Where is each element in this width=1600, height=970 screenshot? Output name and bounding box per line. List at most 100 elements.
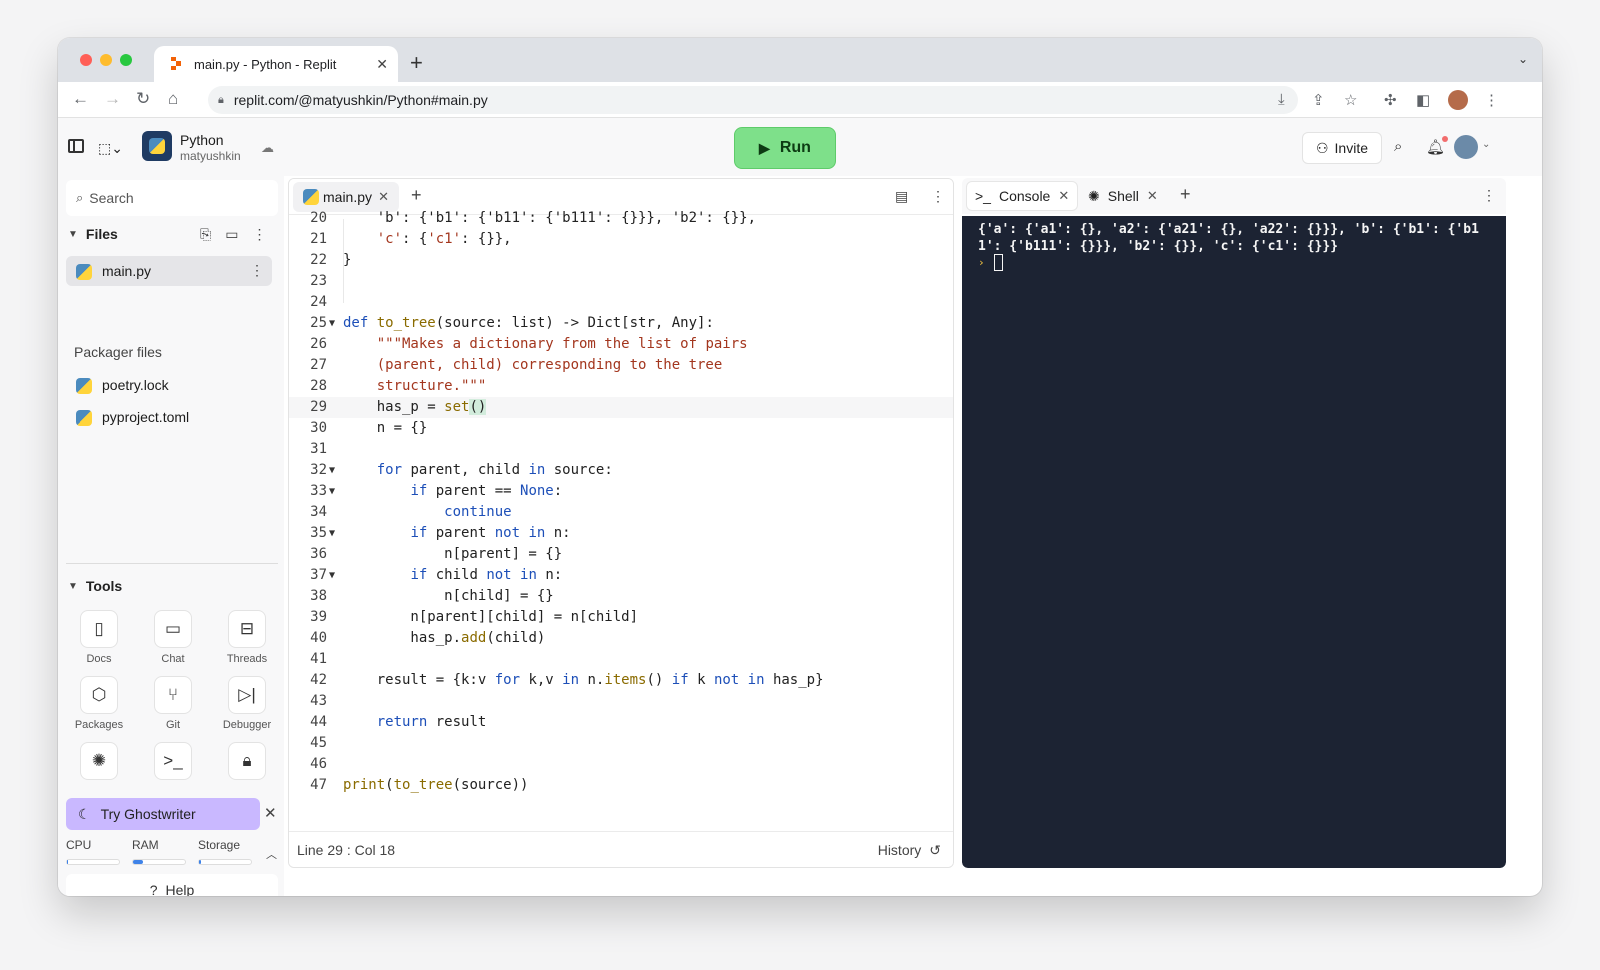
side-panel-icon[interactable]: ◧: [1416, 91, 1430, 109]
chevron-down-icon[interactable]: ⌄: [1482, 139, 1490, 150]
code-line: 24: [310, 294, 327, 310]
code-line: 22}: [310, 252, 352, 268]
console-more-icon[interactable]: ⋮: [1482, 187, 1496, 204]
file-name: poetry.lock: [102, 377, 169, 393]
debugger-icon: ▷|: [228, 676, 266, 714]
code-line: 46: [310, 756, 327, 772]
new-file-icon[interactable]: ⎘: [200, 226, 211, 243]
tab-console[interactable]: >_ Console ✕: [966, 181, 1079, 211]
help-button[interactable]: ? Help: [66, 874, 278, 896]
chat-icon: ▭: [154, 610, 192, 648]
code-line: 34 continue: [310, 504, 512, 520]
code-line: 44 return result: [310, 714, 487, 730]
install-icon[interactable]: ⤓: [1278, 91, 1285, 108]
invite-label: Invite: [1334, 140, 1369, 156]
profile-avatar[interactable]: [1448, 90, 1468, 110]
back-icon[interactable]: ←: [72, 89, 89, 109]
files-actions: ⎘ ▭ ⋮: [200, 226, 266, 243]
tab-shell[interactable]: ✺ Shell ✕: [1080, 181, 1166, 211]
help-icon: ?: [149, 882, 158, 896]
ghostwriter-label: Try Ghostwriter: [100, 806, 196, 822]
reload-icon[interactable]: ↻: [136, 89, 150, 109]
threads-icon: ⊟: [228, 610, 266, 648]
cursor-position[interactable]: Line 29 : Col 18: [297, 842, 395, 858]
file-item-pyproject-toml[interactable]: pyproject.toml: [66, 402, 272, 432]
lock-icon: 🔒︎: [218, 93, 224, 106]
chevron-up-icon[interactable]: ︿: [266, 846, 277, 862]
browser-tab[interactable]: main.py - Python - Replit ✕: [154, 46, 398, 82]
close-tab-icon[interactable]: ✕: [1058, 188, 1069, 204]
tool-chat[interactable]: ▭ Chat: [148, 610, 198, 665]
tab-label: main.py: [323, 189, 373, 205]
file-item-main-py[interactable]: main.py ⋮: [66, 256, 272, 286]
workspace-header: ⬚⌄ Python matyushkin ☁︎ ▶ Run ⚇ Invite ⌕…: [58, 118, 1542, 176]
storage-label: Storage: [198, 838, 241, 852]
help-label: Help: [165, 882, 195, 896]
tool-git[interactable]: ⑂ Git: [148, 676, 198, 731]
try-ghostwriter-button[interactable]: ☾ Try Ghostwriter: [66, 798, 260, 830]
run-button[interactable]: ▶ Run: [734, 127, 836, 169]
code-line: 30 n = {}: [310, 420, 428, 436]
sidebar-divider[interactable]: [66, 563, 278, 564]
file-item-poetry-lock[interactable]: poetry.lock: [66, 370, 272, 400]
docs-icon: ▯: [80, 610, 118, 648]
tools-section-header[interactable]: ▼ Tools: [68, 578, 122, 594]
invite-button[interactable]: ⚇ Invite: [1302, 132, 1382, 164]
search-icon[interactable]: ⌕: [1394, 138, 1402, 155]
browser-window: main.py - Python - Replit ✕ + ⌄ ← → ↻ ⌂ …: [58, 38, 1542, 896]
close-window-button[interactable]: [80, 54, 92, 66]
add-tab-button[interactable]: +: [1180, 184, 1191, 205]
minimap-icon[interactable]: ▤: [895, 188, 908, 205]
file-name: pyproject.toml: [102, 409, 190, 425]
new-folder-icon[interactable]: ▭: [225, 226, 238, 243]
home-icon[interactable]: ⌂: [168, 89, 178, 109]
add-tab-button[interactable]: +: [411, 185, 422, 206]
tool-threads[interactable]: ⊟ Threads: [222, 610, 272, 665]
console-output[interactable]: {'a': {'a1': {}, 'a2': {'a21': {}, 'a22'…: [962, 216, 1506, 868]
tool-packages[interactable]: ⬡ Packages: [74, 676, 124, 731]
close-tab-icon[interactable]: ✕: [1147, 188, 1158, 204]
user-avatar[interactable]: [1454, 135, 1478, 159]
tool-shell[interactable]: ✺: [74, 742, 124, 780]
minimize-window-button[interactable]: [100, 54, 112, 66]
chevron-down-icon: ▼: [68, 580, 78, 592]
code-line: 28 structure.""": [310, 378, 487, 394]
browser-menu-icon[interactable]: ⋮: [1484, 91, 1499, 109]
sidebar-toggle-icon[interactable]: [68, 139, 84, 153]
files-more-icon[interactable]: ⋮: [252, 226, 266, 243]
tool-debugger[interactable]: ▷| Debugger: [222, 676, 272, 731]
forward-icon[interactable]: →: [104, 89, 121, 109]
code-line: 39 n[parent][child] = n[child]: [310, 609, 639, 625]
history-icon: ↺: [929, 842, 941, 858]
editor-more-icon[interactable]: ⋮: [931, 188, 945, 205]
code-line: 26 """Makes a dictionary from the list o…: [310, 336, 748, 352]
share-icon[interactable]: ⇪: [1312, 91, 1325, 109]
packages-icon: ⬡: [80, 676, 118, 714]
bookmark-star-icon[interactable]: ☆: [1344, 91, 1357, 109]
tool-secrets[interactable]: 🔒︎: [222, 742, 272, 780]
storage-meter-fill: [199, 860, 201, 864]
close-ghostwriter-icon[interactable]: ✕: [264, 804, 277, 822]
maximize-window-button[interactable]: [120, 54, 132, 66]
tool-label: Chat: [161, 653, 185, 665]
tool-console[interactable]: >_: [148, 742, 198, 780]
url-field[interactable]: 🔒︎ replit.com/@matyushkin/Python#main.py: [208, 86, 1298, 114]
tool-docs[interactable]: ▯ Docs: [74, 610, 124, 665]
code-line: 36 n[parent] = {}: [310, 546, 563, 562]
git-icon: ⑂: [154, 676, 192, 714]
search-input[interactable]: ⌕ Search: [66, 180, 278, 216]
file-more-icon[interactable]: ⋮: [250, 262, 264, 279]
close-tab-icon[interactable]: ✕: [378, 189, 389, 205]
replit-logo-icon[interactable]: ⬚⌄: [98, 140, 123, 157]
add-user-icon: ⚇: [1315, 139, 1329, 156]
history-button[interactable]: History ↺: [878, 842, 941, 859]
extensions-icon[interactable]: ✣: [1384, 91, 1397, 109]
new-tab-button[interactable]: +: [410, 50, 423, 76]
close-tab-icon[interactable]: ✕: [376, 56, 388, 73]
files-section-header[interactable]: ▼ Files: [68, 226, 118, 242]
shell-icon: ✺: [1088, 187, 1100, 204]
tab-list-chevron-icon[interactable]: ⌄: [1518, 52, 1528, 66]
browser-tab-title: main.py - Python - Replit: [194, 56, 337, 72]
repl-name[interactable]: Python: [180, 132, 224, 148]
code-line: 31: [310, 441, 327, 457]
